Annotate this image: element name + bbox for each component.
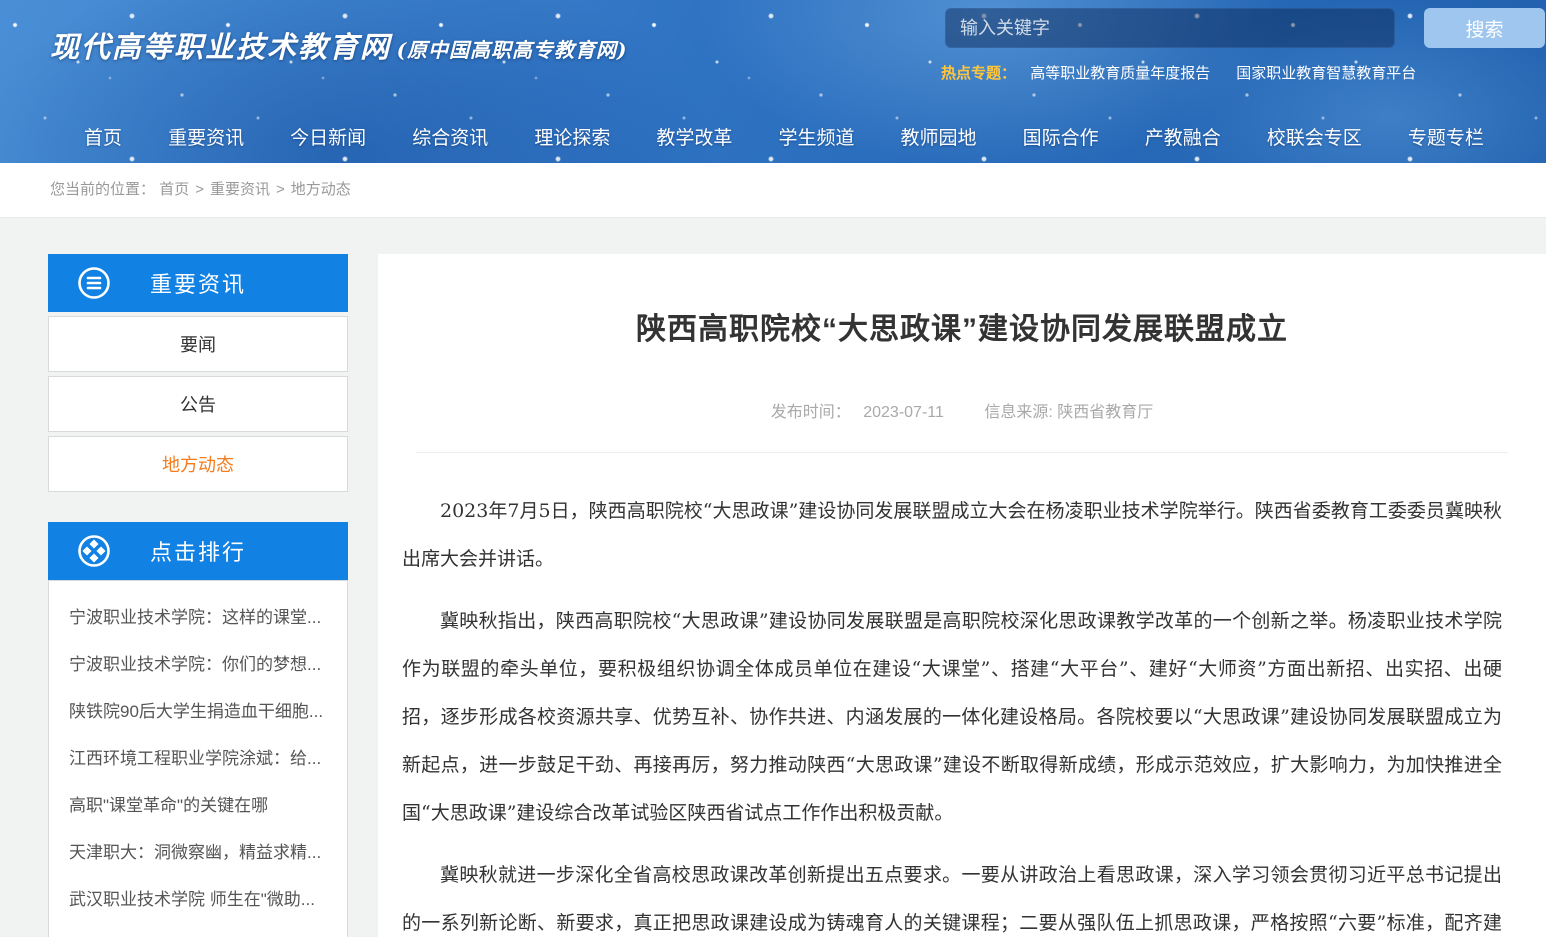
sidebar-menu-item[interactable]: 地方动态: [48, 436, 348, 492]
nav-item[interactable]: 产教融合: [1145, 123, 1221, 150]
sidebar-section-ranking: 点击排行 宁波职业技术学院：这样的课堂...宁波职业技术学院：你们的梦想...陕…: [48, 522, 348, 937]
breadcrumb-links: 首页 > 重要资讯 > 地方动态: [159, 181, 351, 198]
hot-topics: 热点专题： 高等职业教育质量年度报告 国家职业教育智慧教育平台: [941, 62, 1442, 83]
nav-item[interactable]: 校联会专区: [1267, 123, 1362, 150]
ranking-list-item[interactable]: 陕铁院90后大学生捐造血干细胞...: [49, 688, 347, 735]
sidebar-menu-item[interactable]: 要闻: [48, 316, 348, 372]
breadcrumb-separator: >: [276, 181, 285, 198]
sidebar-section-title: 点击排行: [150, 535, 246, 567]
hot-topics-label: 热点专题：: [941, 65, 1016, 82]
nav-item[interactable]: 理论探索: [534, 123, 610, 150]
article-meta: 发布时间： 2023-07-11 信息来源: 陕西省教育厅: [378, 398, 1546, 422]
ranking-list-item[interactable]: 江西环境工程职业学院涂斌：给...: [49, 735, 347, 782]
breadcrumb-link[interactable]: 重要资讯: [210, 181, 270, 198]
search-input[interactable]: [945, 8, 1395, 48]
breadcrumb-separator: >: [195, 181, 204, 198]
sidebar-menu: 要闻公告地方动态: [48, 316, 348, 492]
list-circle-icon: [76, 265, 112, 301]
article-paragraph: 2023年7月5日，陕西高职院校“大思政课”建设协同发展联盟成立大会在杨凌职业技…: [402, 487, 1502, 583]
site-logo-main: 现代高等职业技术教育网: [50, 30, 391, 64]
publish-time-label: 发布时间：: [771, 404, 851, 421]
breadcrumb-label: 您当前的位置：: [50, 181, 155, 198]
banner: 现代高等职业技术教育网 (原中国高职高专教育网) 搜索 热点专题： 高等职业教育…: [0, 0, 1546, 110]
article-paragraph: 冀映秋指出，陕西高职院校“大思政课”建设协同发展联盟是高职院校深化思政课教学改革…: [402, 597, 1502, 837]
sidebar-section-news-header: 重要资讯: [48, 254, 348, 312]
source-value: 陕西省教育厅: [1057, 404, 1153, 421]
site-header: 现代高等职业技术教育网 (原中国高职高专教育网) 搜索 热点专题： 高等职业教育…: [0, 0, 1546, 163]
hot-topic-link[interactable]: 国家职业教育智慧教育平台: [1236, 65, 1416, 82]
main-nav: 首页 重要资讯 今日新闻 综合资讯 理论探索 教学改革 学生频道 教师园地 国际合作 产教融合 校联…: [0, 110, 1546, 163]
breadcrumb-link[interactable]: 地方动态: [291, 181, 351, 198]
ranking-list-item[interactable]: 武汉职业技术学院 师生在"微助...: [49, 876, 347, 923]
nav-item[interactable]: 专题专栏: [1408, 123, 1484, 150]
article-paragraph: 冀映秋就进一步深化全省高校思政课改革创新提出五点要求。一要从讲政治上看思政课，深…: [402, 851, 1502, 937]
nav-item[interactable]: 国际合作: [1023, 123, 1099, 150]
nav-item[interactable]: 重要资讯: [168, 123, 244, 150]
sidebar-section-ranking-header: 点击排行: [48, 522, 348, 580]
breadcrumb: 您当前的位置： 首页 > 重要资讯 > 地方动态: [0, 163, 1546, 218]
nav-item[interactable]: 教师园地: [901, 123, 977, 150]
title-divider: [416, 452, 1508, 453]
ranking-list-item[interactable]: 天津职大：洞微察幽，精益求精...: [49, 829, 347, 876]
ranking-list-item[interactable]: 宁波职业技术学院：你们的梦想...: [49, 641, 347, 688]
sidebar-section-news: 重要资讯 要闻公告地方动态: [48, 254, 348, 492]
ranking-list-item[interactable]: 宁波职业技术学院：这样的课堂...: [49, 594, 347, 641]
nav-item[interactable]: 学生频道: [778, 123, 854, 150]
sidebar-section-title: 重要资讯: [150, 267, 246, 299]
nav-item[interactable]: 教学改革: [656, 123, 732, 150]
source-label: 信息来源:: [984, 404, 1052, 421]
site-logo[interactable]: 现代高等职业技术教育网 (原中国高职高专教育网): [50, 24, 628, 66]
hot-topic-link[interactable]: 高等职业教育质量年度报告: [1030, 65, 1210, 82]
nav-item[interactable]: 首页: [84, 123, 122, 150]
article-content: 陕西高职院校“大思政课”建设协同发展联盟成立 发布时间： 2023-07-11 …: [378, 254, 1546, 937]
publish-date: 2023-07-11: [863, 404, 944, 421]
diamond-circle-icon: [76, 533, 112, 569]
hot-topics-links: 高等职业教育质量年度报告 国家职业教育智慧教育平台: [1030, 65, 1442, 82]
sidebar-menu-item[interactable]: 公告: [48, 376, 348, 432]
page: 现代高等职业技术教育网 (原中国高职高专教育网) 搜索 热点专题： 高等职业教育…: [0, 0, 1546, 937]
nav-item[interactable]: 今日新闻: [290, 123, 366, 150]
ranking-list-item[interactable]: 高职"课堂革命"的关键在哪: [49, 782, 347, 829]
sidebar: 重要资讯 要闻公告地方动态 点击排行 宁波职业技术学院：这样的课堂...宁波职业…: [48, 254, 348, 937]
article-body: 2023年7月5日，陕西高职院校“大思政课”建设协同发展联盟成立大会在杨凌职业技…: [378, 487, 1546, 937]
article-title: 陕西高职院校“大思政课”建设协同发展联盟成立: [418, 304, 1506, 348]
site-logo-sub: (原中国高职高专教育网): [397, 38, 628, 62]
nav-item[interactable]: 综合资讯: [412, 123, 488, 150]
breadcrumb-link[interactable]: 首页: [159, 181, 189, 198]
ranking-list: 宁波职业技术学院：这样的课堂...宁波职业技术学院：你们的梦想...陕铁院90后…: [48, 580, 348, 937]
search-button[interactable]: 搜索: [1424, 8, 1545, 48]
